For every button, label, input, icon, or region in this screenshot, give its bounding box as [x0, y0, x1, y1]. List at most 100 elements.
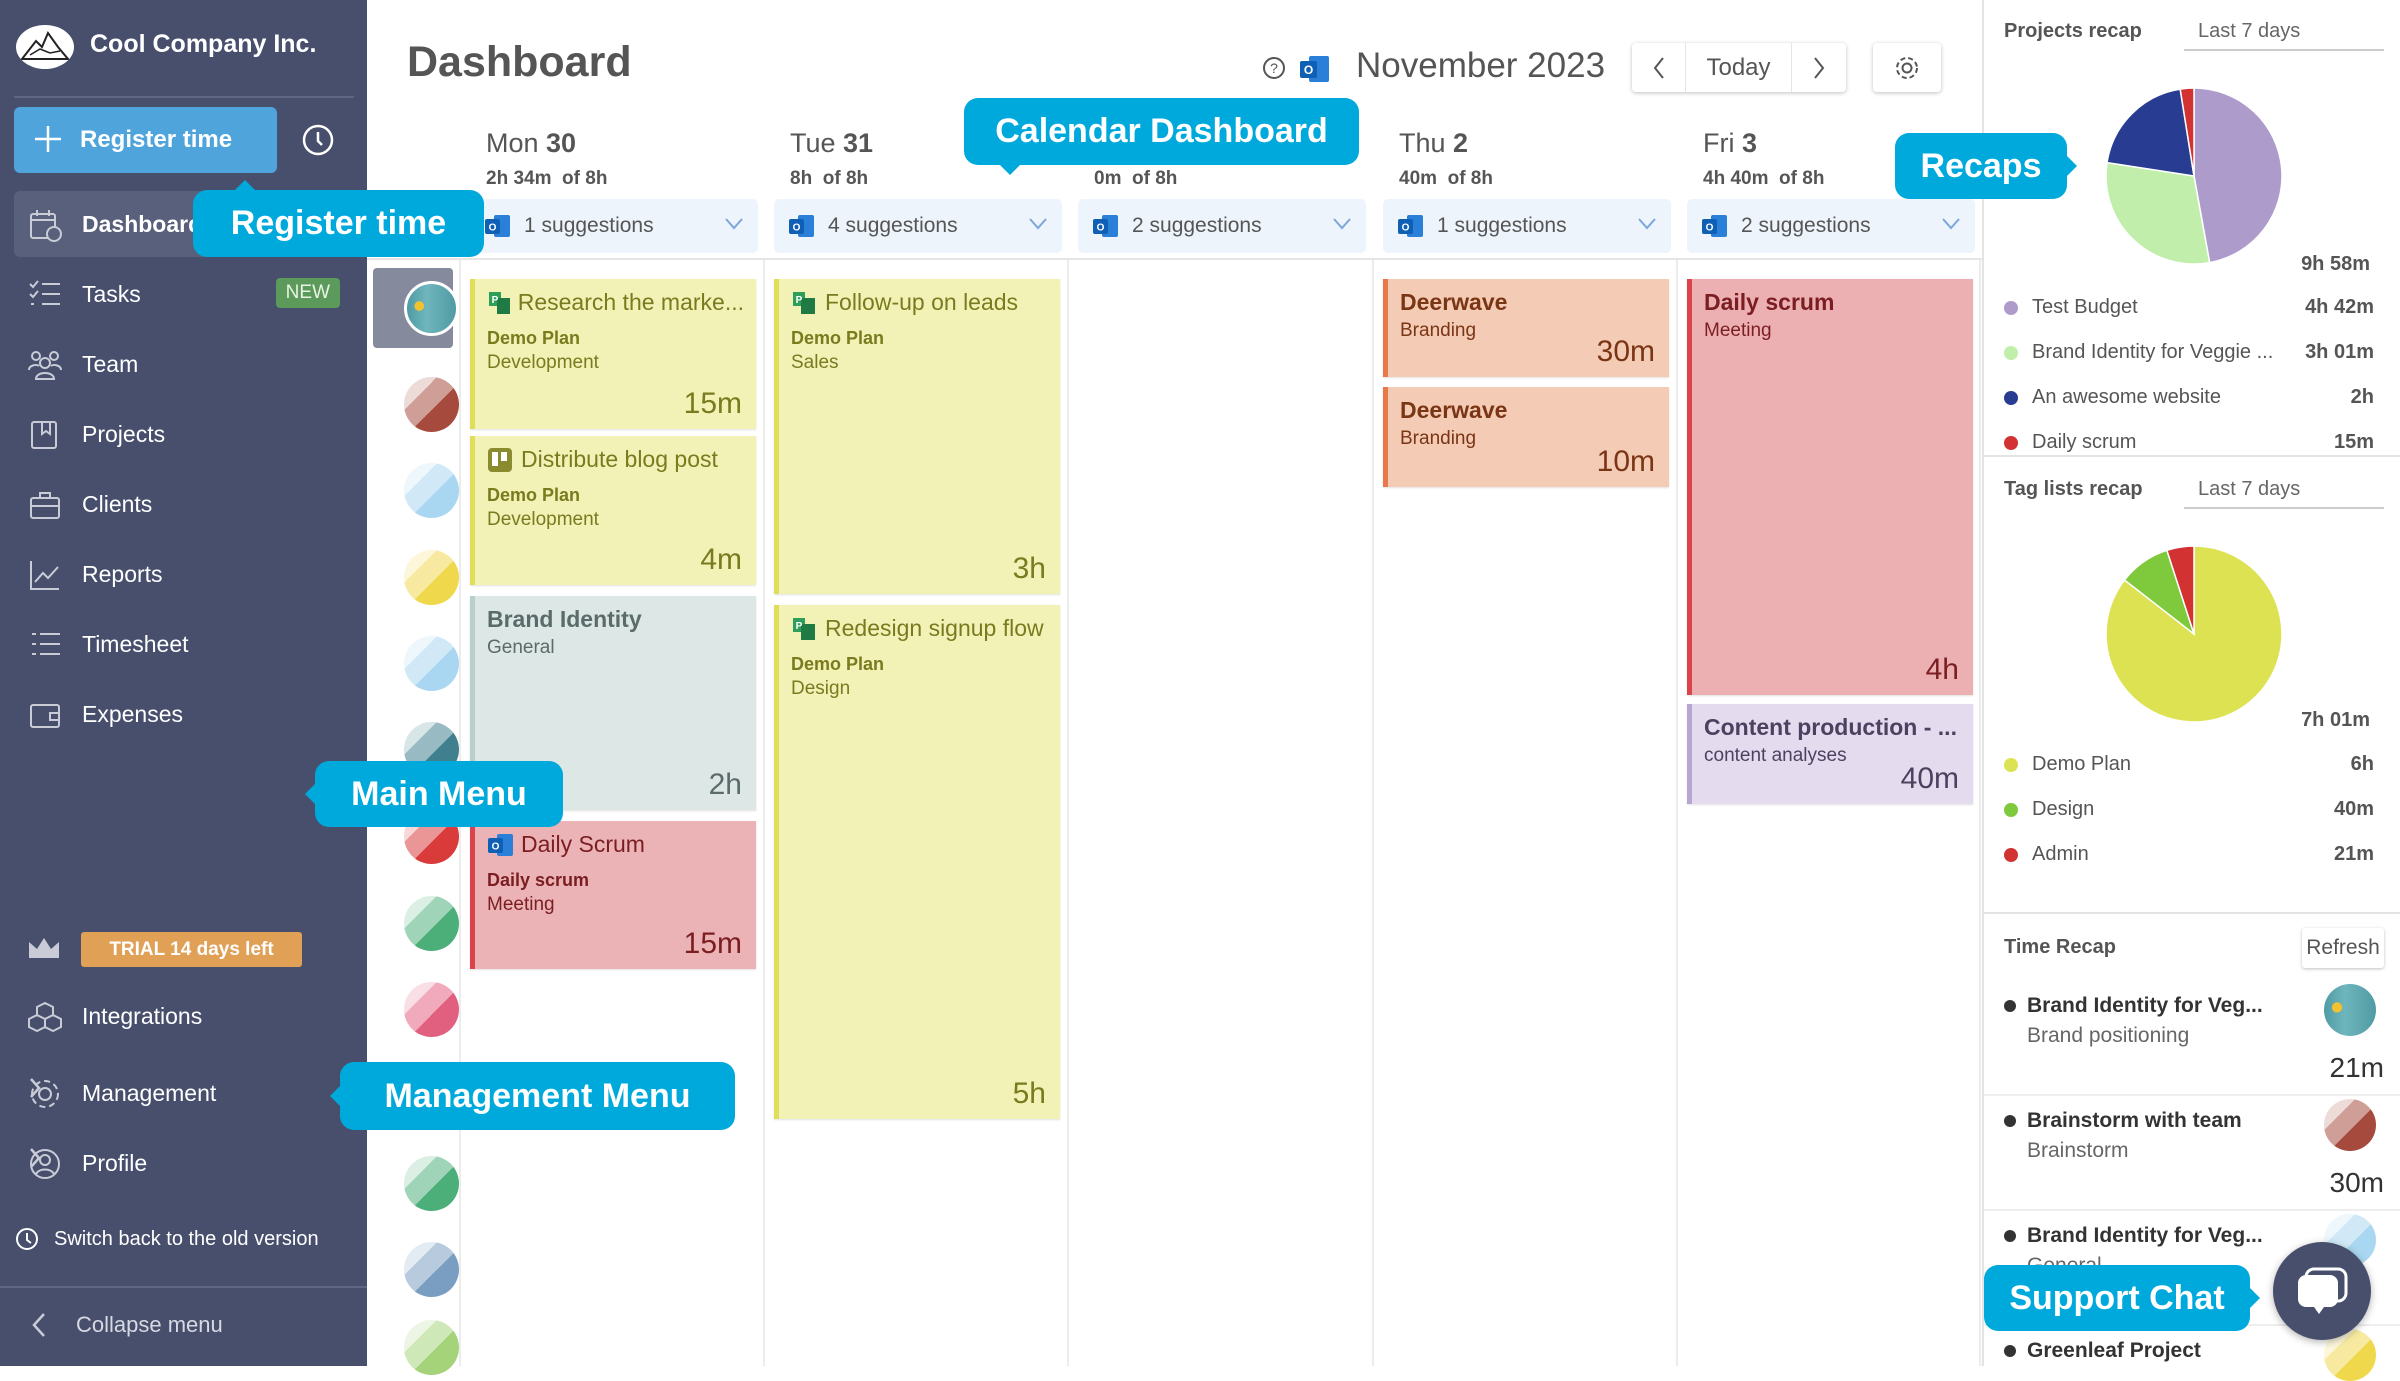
column-divider: [1676, 260, 1678, 1366]
trial-badge[interactable]: TRIAL 14 days left: [81, 932, 302, 967]
suggestions-dropdown[interactable]: O 1 suggestions: [470, 199, 758, 253]
user-avatar[interactable]: [404, 463, 459, 518]
sidebar-item-label: Projects: [82, 420, 166, 447]
chevron-down-icon: [725, 218, 743, 230]
day-hours: 0m of 8h: [1094, 168, 1178, 189]
calendar-event[interactable]: Deerwave Branding 30m: [1383, 279, 1669, 377]
user-avatar[interactable]: [404, 896, 459, 951]
sidebar-item-clients[interactable]: Clients: [14, 471, 367, 537]
previous-week-button[interactable]: [1632, 43, 1686, 92]
calendar-event[interactable]: O Daily Scrum Daily scrum Meeting 15m: [470, 821, 756, 969]
sidebar-item-label: Dashboard: [82, 210, 203, 237]
calendar-event[interactable]: P Follow-up on leads Demo Plan Sales 3h: [774, 279, 1060, 594]
callout-management-menu: Management Menu: [330, 1062, 735, 1130]
sidebar-item-label: Clients: [82, 490, 153, 517]
sidebar-item-projects[interactable]: Projects: [14, 401, 367, 467]
calendar-event[interactable]: Daily scrum Meeting 4h: [1687, 279, 1973, 695]
refresh-button[interactable]: Refresh: [2302, 928, 2384, 968]
time-recap-item[interactable]: Greenleaf Project: [2004, 1329, 2384, 1381]
sidebar-item-label: Reports: [82, 560, 163, 587]
calendar-event[interactable]: P Redesign signup flow Demo Plan Design 5h: [774, 605, 1060, 1119]
legend-label: Design: [2032, 798, 2095, 820]
event-duration: 40m: [1900, 762, 1959, 795]
column-divider: [1372, 260, 1374, 1366]
next-week-button[interactable]: [1792, 43, 1846, 92]
recaps-panel: Projects recap Last 7 days 9h 58m Test B…: [1982, 0, 2400, 1381]
calendar-settings-button[interactable]: [1873, 43, 1941, 92]
event-duration: 2h: [708, 768, 742, 801]
sidebar-item-expenses[interactable]: Expenses: [14, 681, 367, 747]
sidebar-item-profile[interactable]: Profile: [14, 1130, 367, 1196]
user-avatar[interactable]: [404, 636, 459, 691]
sidebar-item-timesheet[interactable]: Timesheet: [14, 611, 367, 677]
timer-clock-icon[interactable]: [300, 122, 336, 158]
suggestions-dropdown[interactable]: O 2 suggestions: [1687, 199, 1975, 253]
legend-item: Design 40m: [2004, 798, 2374, 821]
time-recap-item[interactable]: Brand Identity for Veg... Brand positioni…: [2004, 984, 2384, 1083]
suggestions-dropdown[interactable]: O 1 suggestions: [1383, 199, 1671, 253]
tag-recap-total: 7h 01m: [2301, 709, 2370, 731]
company-logo: [16, 25, 74, 69]
calendar-event[interactable]: Deerwave Branding 10m: [1383, 387, 1669, 487]
svg-text:O: O: [1097, 223, 1105, 234]
user-avatar[interactable]: [404, 1156, 459, 1211]
time-recap-title: Time Recap: [2004, 936, 2116, 958]
chevron-down-icon: [1029, 218, 1047, 230]
user-avatar[interactable]: [404, 281, 459, 336]
time-recap-item[interactable]: Brainstorm with team Brainstorm 30m: [2004, 1099, 2384, 1198]
event-duration: 15m: [683, 387, 742, 420]
register-time-button[interactable]: Register time: [14, 107, 277, 173]
suggestions-dropdown[interactable]: O 4 suggestions: [774, 199, 1062, 253]
collapse-menu-button[interactable]: Collapse menu: [30, 1311, 223, 1339]
calendar-clock-icon: [30, 210, 62, 242]
calendar-event[interactable]: P Research the marke... Demo Plan Developme…: [470, 279, 756, 429]
user-avatar[interactable]: [404, 1242, 459, 1297]
gear-icon: [1896, 56, 1918, 79]
history-icon: [16, 1228, 38, 1250]
callout-main-menu: Main Menu: [305, 761, 563, 827]
chevron-right-icon: [30, 1078, 41, 1098]
date-navigation: Today: [1632, 43, 1846, 92]
event-title-text: Research the marke...: [517, 289, 744, 315]
event-title: P Follow-up on leads: [791, 289, 1048, 316]
day-header: Mon 30: [486, 128, 577, 158]
outlook-icon[interactable]: O: [1299, 54, 1331, 84]
sidebar-item-label: Management: [82, 1079, 217, 1106]
event-title: Deerwave: [1400, 289, 1657, 316]
event-title-text: Redesign signup flow: [825, 615, 1044, 641]
calendar-event[interactable]: Distribute blog post Demo Plan Development…: [470, 436, 756, 585]
switch-old-version-link[interactable]: Switch back to the old version: [14, 1226, 319, 1252]
support-chat-button[interactable]: [2273, 1242, 2371, 1340]
legend-dot: [2004, 802, 2018, 817]
sidebar-item-tasks[interactable]: Tasks NEW: [14, 261, 367, 327]
divider: [367, 258, 1982, 260]
sidebar-item-label: Timesheet: [82, 630, 189, 657]
projects-recap-period-select[interactable]: Last 7 days: [2184, 20, 2384, 51]
calendar-dashboard: Dashboard ? O November 2023 Today Mon 30…: [367, 0, 1982, 1375]
calendar-event[interactable]: Content production - ... content analyses…: [1687, 704, 1973, 804]
day-header: Fri 3: [1703, 128, 1758, 158]
user-avatar[interactable]: [404, 1320, 459, 1375]
event-duration: 4m: [700, 543, 742, 576]
column-divider: [763, 260, 765, 1366]
chevron-right-icon: [30, 1148, 41, 1168]
sidebar-item-integrations[interactable]: Integrations: [14, 983, 367, 1049]
user-avatar: [2324, 1099, 2376, 1151]
tag-recap-period-select[interactable]: Last 7 days: [2184, 478, 2384, 509]
user-avatar[interactable]: [404, 982, 459, 1037]
divider: [1984, 1209, 2400, 1211]
tag-recap-title: Tag lists recap: [2004, 478, 2143, 500]
planner-icon: P: [793, 617, 815, 640]
sidebar-item-team[interactable]: Team: [14, 331, 367, 397]
cubes-icon: [28, 1001, 62, 1032]
sidebar-item-management[interactable]: Management: [14, 1060, 367, 1126]
event-duration: 3h: [1012, 552, 1046, 585]
user-avatar[interactable]: [404, 377, 459, 432]
today-button[interactable]: Today: [1686, 43, 1792, 92]
sidebar-item-reports[interactable]: Reports: [14, 541, 367, 607]
user-avatar[interactable]: [404, 550, 459, 605]
help-icon[interactable]: ?: [1262, 56, 1286, 80]
trello-icon: [488, 447, 512, 472]
event-plan: Demo Plan: [791, 654, 885, 674]
suggestions-dropdown[interactable]: O 2 suggestions: [1078, 199, 1366, 253]
